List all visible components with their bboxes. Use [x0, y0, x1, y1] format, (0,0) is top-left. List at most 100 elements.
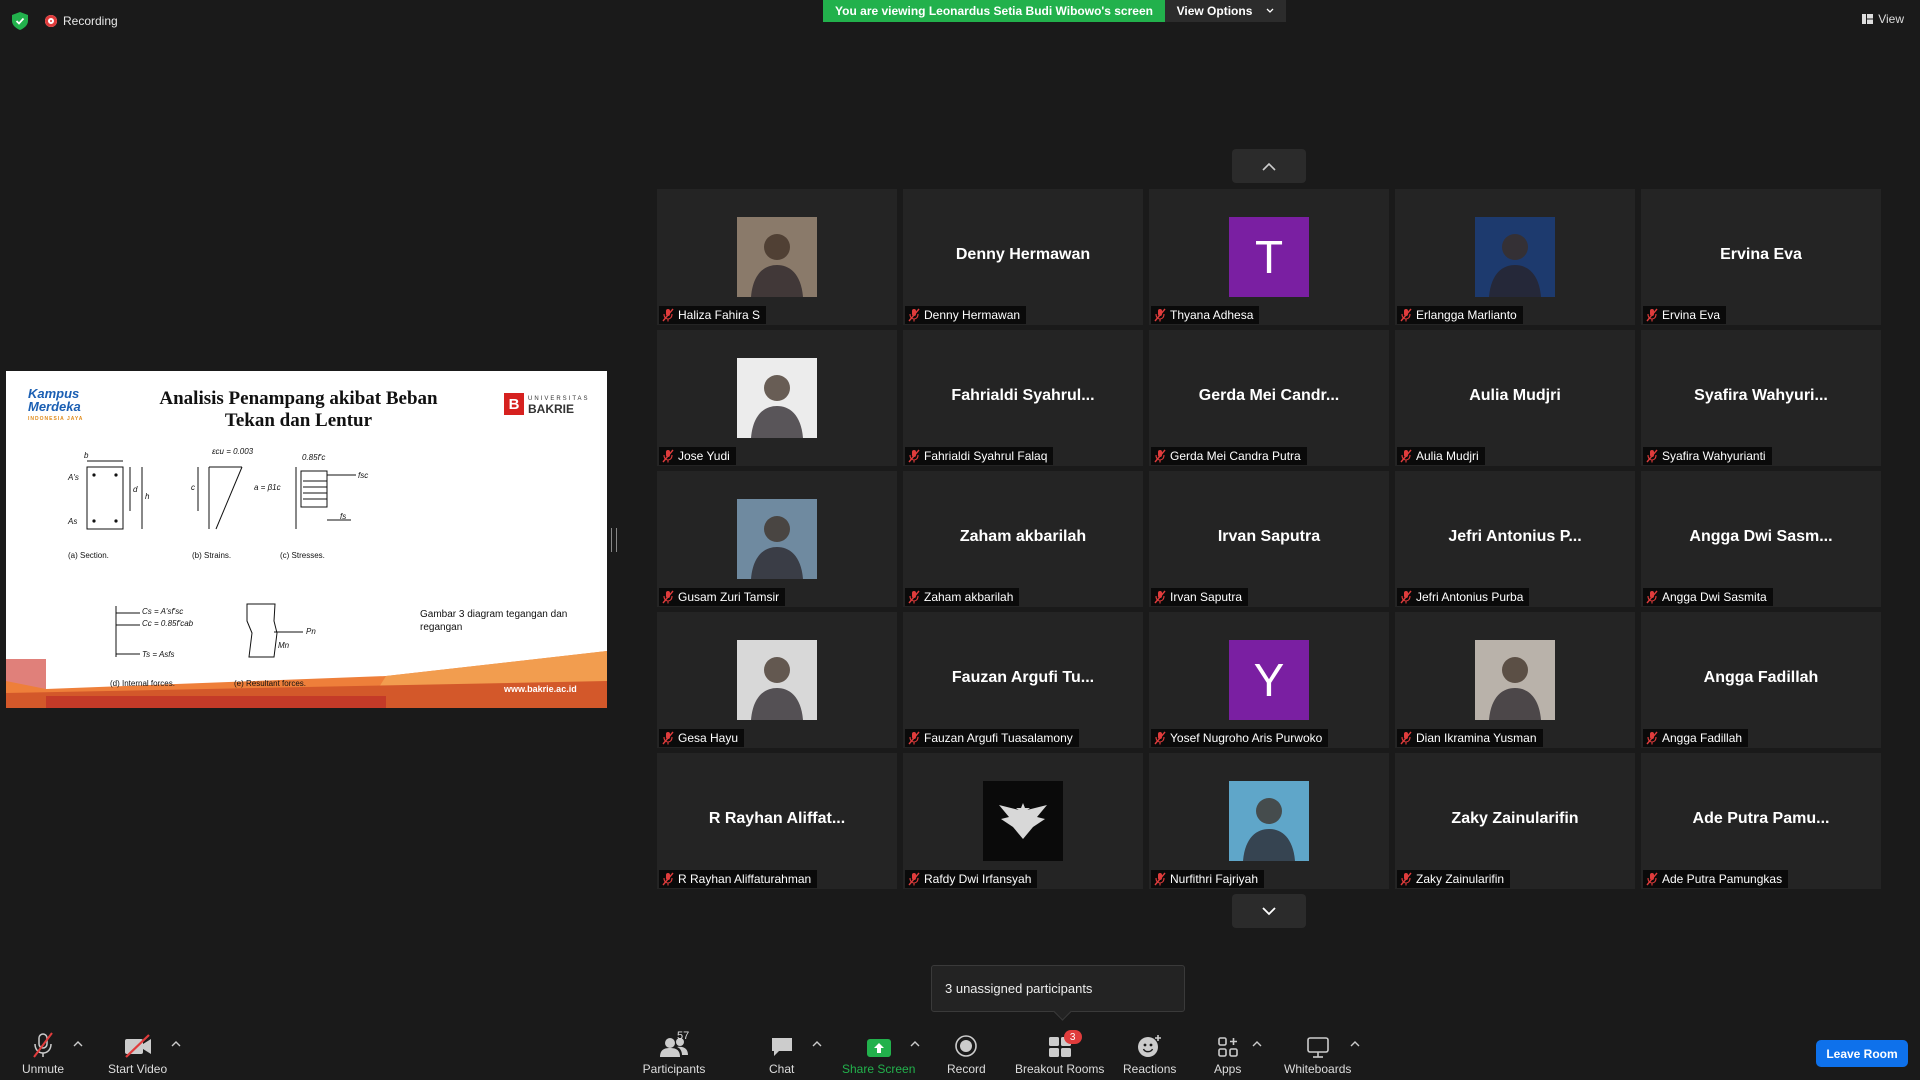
- participant-tile[interactable]: Denny Hermawan Denny Hermawan: [903, 189, 1143, 325]
- apps-button[interactable]: Apps: [1214, 1028, 1241, 1076]
- mic-muted-icon: [1154, 308, 1166, 322]
- caption-internal-forces: (d) Internal forces.: [110, 679, 175, 688]
- mic-muted-icon: [1154, 449, 1166, 463]
- avatar: [983, 781, 1063, 861]
- participant-tile[interactable]: Syafira Wahyuri... Syafira Wahyurianti: [1641, 330, 1881, 466]
- chevron-up-icon[interactable]: [73, 1040, 83, 1048]
- participant-name-label: Gerda Mei Candra Putra: [1151, 447, 1307, 465]
- participant-tile[interactable]: Erlangga Marlianto: [1395, 189, 1635, 325]
- profile-photo-icon: [1489, 657, 1541, 720]
- participants-count: 57: [677, 1030, 690, 1042]
- recording-icon: [45, 15, 57, 27]
- viewing-banner: You are viewing Leonardus Setia Budi Wib…: [823, 0, 1165, 22]
- participant-name-label: Irvan Saputra: [1151, 588, 1249, 606]
- mic-muted-icon: [1646, 449, 1658, 463]
- participant-name: Irvan Saputra: [1170, 590, 1243, 604]
- participant-tile[interactable]: Zaky Zainularifin Zaky Zainularifin: [1395, 753, 1635, 889]
- mic-muted-icon: [908, 308, 920, 322]
- chevron-up-icon[interactable]: [171, 1040, 181, 1048]
- shield-icon[interactable]: [12, 12, 28, 30]
- participant-tile[interactable]: Aulia Mudjri Aulia Mudjri: [1395, 330, 1635, 466]
- reactions-button[interactable]: Reactions: [1123, 1028, 1176, 1076]
- participant-tile[interactable]: Rafdy Dwi Irfansyah: [903, 753, 1143, 889]
- chevron-up-icon[interactable]: [812, 1040, 822, 1048]
- chevron-down-icon: [1266, 8, 1274, 13]
- participant-display-name: Ervina Eva: [1720, 246, 1802, 263]
- avatar: [737, 358, 817, 438]
- participant-name-label: Syafira Wahyurianti: [1643, 447, 1772, 465]
- view-label: View: [1878, 12, 1904, 26]
- whiteboards-button[interactable]: Whiteboards: [1284, 1028, 1351, 1076]
- participant-tile[interactable]: R Rayhan Aliffat... R Rayhan Aliffaturahm…: [657, 753, 897, 889]
- participant-tile[interactable]: T Thyana Adhesa: [1149, 189, 1389, 325]
- participant-tile[interactable]: Dian Ikramina Yusman: [1395, 612, 1635, 748]
- participant-name-label: Jose Yudi: [659, 447, 736, 465]
- start-video-button[interactable]: Start Video: [108, 1028, 167, 1076]
- avatar: Y: [1229, 640, 1309, 720]
- participant-display-name: Zaham akbarilah: [959, 528, 1087, 545]
- meeting-toolbar: Unmute Start Video 57 Participants Chat …: [0, 1018, 1920, 1080]
- chevron-up-icon[interactable]: [1350, 1040, 1360, 1048]
- chevron-up-icon[interactable]: [1252, 1040, 1262, 1048]
- unmute-button[interactable]: Unmute: [22, 1028, 64, 1076]
- participants-button[interactable]: 57 Participants: [642, 1028, 706, 1076]
- participant-tile[interactable]: Angga Dwi Sasm... Angga Dwi Sasmita: [1641, 471, 1881, 607]
- mic-muted-icon: [908, 872, 920, 886]
- mic-muted-icon: [1400, 308, 1412, 322]
- chevron-up-icon[interactable]: [910, 1040, 920, 1048]
- participant-tile[interactable]: Haliza Fahira S: [657, 189, 897, 325]
- participant-tile[interactable]: Jose Yudi: [657, 330, 897, 466]
- participant-tile[interactable]: Irvan Saputra Irvan Saputra: [1149, 471, 1389, 607]
- participant-display-name: Irvan Saputra: [1217, 528, 1321, 545]
- profile-photo-icon: [751, 516, 803, 579]
- participant-tile[interactable]: Fauzan Argufi Tu... Fauzan Argufi Tuasala…: [903, 612, 1143, 748]
- participant-display-name: Gerda Mei Candr...: [1198, 387, 1340, 404]
- participant-tile[interactable]: Ervina Eva Ervina Eva: [1641, 189, 1881, 325]
- participant-display-name: Denny Hermawan: [955, 246, 1091, 263]
- participant-display-name: Fahrialdi Syahrul...: [951, 387, 1095, 404]
- stress-strain-diagram: [86, 460, 356, 658]
- avatar: [1475, 640, 1555, 720]
- leave-room-button[interactable]: Leave Room: [1816, 1040, 1908, 1067]
- participant-tile[interactable]: Nurfithri Fajriyah: [1149, 753, 1389, 889]
- participant-tile[interactable]: Angga Fadillah Angga Fadillah: [1641, 612, 1881, 748]
- mic-muted-icon: [908, 449, 920, 463]
- participant-display-name: Zaky Zainularifin: [1451, 810, 1579, 827]
- view-grid-icon: [1862, 14, 1874, 24]
- participant-tile[interactable]: Zaham akbarilah Zaham akbarilah: [903, 471, 1143, 607]
- chat-button[interactable]: Chat: [769, 1028, 794, 1076]
- avatar: T: [1229, 217, 1309, 297]
- participant-tile[interactable]: Ade Putra Pamu... Ade Putra Pamungkas: [1641, 753, 1881, 889]
- participant-tile[interactable]: Jefri Antonius P... Jefri Antonius Purba: [1395, 471, 1635, 607]
- gallery-next-page-button[interactable]: [1232, 894, 1306, 928]
- share-screen-button[interactable]: Share Screen: [842, 1028, 915, 1076]
- participant-name: Syafira Wahyurianti: [1662, 449, 1766, 463]
- participant-name-label: Dian Ikramina Yusman: [1397, 729, 1543, 747]
- participant-name: Angga Dwi Sasmita: [1662, 590, 1767, 604]
- view-options-button[interactable]: View Options: [1165, 0, 1286, 22]
- mic-muted-icon: [1400, 590, 1412, 604]
- split-view-divider[interactable]: [611, 528, 617, 552]
- view-button[interactable]: View: [1862, 12, 1904, 26]
- mic-muted-icon: [1646, 308, 1658, 322]
- participant-tile[interactable]: Gesa Hayu: [657, 612, 897, 748]
- caption-section: (a) Section.: [68, 551, 109, 560]
- participant-name: Nurfithri Fajriyah: [1170, 872, 1259, 886]
- participant-tile[interactable]: Fahrialdi Syahrul... Fahrialdi Syahrul Fa…: [903, 330, 1143, 466]
- profile-photo-icon: [751, 657, 803, 720]
- participant-name-label: Aulia Mudjri: [1397, 447, 1485, 465]
- participant-name-label: Angga Fadillah: [1643, 729, 1749, 747]
- participant-name: Zaky Zainularifin: [1416, 872, 1505, 886]
- participant-tile[interactable]: Y Yosef Nugroho Aris Purwoko: [1149, 612, 1389, 748]
- shared-screen[interactable]: Kampus Merdeka INDONESIA JAYA Analisis P…: [6, 371, 607, 708]
- breakout-rooms-button[interactable]: 3 Breakout Rooms: [1015, 1028, 1104, 1076]
- mic-muted-icon: [1646, 872, 1658, 886]
- recording-indicator[interactable]: Recording: [45, 12, 118, 30]
- share-screen-icon: [866, 1039, 891, 1057]
- participant-tile[interactable]: Gusam Zuri Tamsir: [657, 471, 897, 607]
- record-button[interactable]: Record: [947, 1028, 986, 1076]
- avatar: [1229, 781, 1309, 861]
- participant-tile[interactable]: Gerda Mei Candr... Gerda Mei Candra Putra: [1149, 330, 1389, 466]
- wing-logo-icon: [999, 803, 1047, 839]
- gallery-previous-page-button[interactable]: [1232, 149, 1306, 183]
